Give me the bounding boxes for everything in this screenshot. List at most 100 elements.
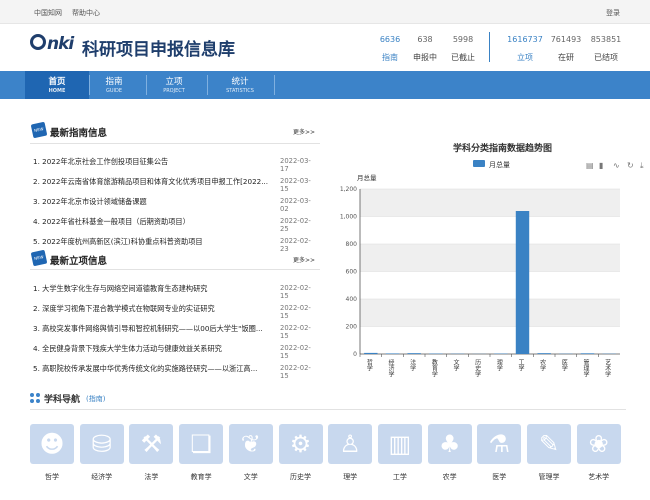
wheat-icon: ❦ xyxy=(228,424,273,464)
nav-guide[interactable]: 指南 GUIDE xyxy=(82,71,146,99)
stat-value: 638 xyxy=(417,35,433,44)
subject-label: 法学 xyxy=(144,473,159,481)
news-icon: NEW xyxy=(30,121,48,139)
nav-label: 统计 xyxy=(231,77,249,87)
book-icon: ❏ xyxy=(179,424,224,464)
project-list-item[interactable]: 4. 全民健身背景下残疾大学生体力活动与健康效益关系研究 2022-02-15 xyxy=(33,344,318,360)
y-tick-label: 400 xyxy=(346,296,358,303)
project-list-item[interactable]: 2. 深度学习视角下混合教学模式在物联网专业的实证研究 2022-02-15 xyxy=(33,304,318,320)
x-tick-label: 农学 xyxy=(539,358,546,371)
project-item-title: 4. 全民健身背景下残疾大学生体力活动与健康效益关系研究 xyxy=(33,344,222,353)
subject-item[interactable]: ♣ 农学 xyxy=(427,424,472,486)
nav-sublabel: GUIDE xyxy=(105,88,123,94)
guide-item-date: 2022-03-17 xyxy=(280,157,311,173)
y-axis-label: 月总量 xyxy=(357,173,377,182)
bar-农学 xyxy=(537,353,551,354)
nav-sublabel: STATISTICS xyxy=(226,88,254,94)
guide-list-item[interactable]: 5. 2022年度杭州高新区(滨江)科协重点科普资助项目 2022-02-23 xyxy=(33,237,318,253)
subject-label: 教育学 xyxy=(190,473,212,481)
stat-concluded[interactable]: 853851 已结项 xyxy=(586,35,626,63)
nav-home[interactable]: 首页 HOME xyxy=(25,71,89,99)
project-more-link[interactable]: 更多>> xyxy=(293,255,315,264)
project-item-date: 2022-02-15 xyxy=(280,364,311,380)
x-tick-label: 医学 xyxy=(560,359,567,371)
palette-icon: ❀ xyxy=(576,424,621,464)
site-logo[interactable]: nki 科研项目申报信息库 xyxy=(30,34,235,60)
subject-item[interactable]: ✎ 管理学 xyxy=(527,424,571,486)
project-item-title: 1. 大学生数字化生存与网络空间道德教育生态建构研究 xyxy=(33,284,208,293)
trend-chart: 月总量月总量02004006008001,0001,200哲学 经济学 法学 教育学文… xyxy=(340,160,620,377)
subject-item[interactable]: ☻ 哲学 xyxy=(30,424,74,486)
subject-item[interactable]: ❀ 艺术学 xyxy=(576,424,621,486)
stat-applying[interactable]: 638 申报中 xyxy=(405,35,445,63)
nav-sublabel: PROJECT xyxy=(163,88,185,94)
guide-list-item[interactable]: 3. 2022年北京市设计领域储备课题 2022-03-02 xyxy=(33,197,318,213)
stat-label: 已截止 xyxy=(451,53,475,62)
bar-管理学 xyxy=(580,353,595,354)
project-item-title: 3. 高校突发事件网络舆情引导和智控机制研究——以00后大学生"饭圈... xyxy=(33,324,263,333)
flask-icon: ⚗ xyxy=(477,424,522,464)
login-link[interactable]: 登录 xyxy=(606,8,620,18)
subject-label: 农学 xyxy=(442,473,457,481)
legend-swatch xyxy=(473,160,485,167)
grid-band xyxy=(360,189,620,217)
subject-label: 管理学 xyxy=(538,473,560,481)
subject-item[interactable]: ❏ 教育学 xyxy=(179,424,224,486)
subject-label: 经济学 xyxy=(91,473,113,481)
guide-section-title: 最新指南信息 xyxy=(50,128,108,139)
stat-label: 指南 xyxy=(382,53,398,62)
stat-project[interactable]: 1616737 立项 xyxy=(504,35,546,63)
y-tick-label: 1,000 xyxy=(340,214,357,221)
restore-icon[interactable]: ↻ xyxy=(627,161,634,170)
project-list-item[interactable]: 1. 大学生数字化生存与网络空间道德教育生态建构研究 2022-02-15 xyxy=(33,284,318,300)
person-icon: ♙ xyxy=(328,424,373,464)
subject-item[interactable]: ▥ 工学 xyxy=(377,424,422,486)
bar-法学 xyxy=(407,353,421,354)
subject-label: 哲学 xyxy=(45,473,59,481)
project-list-item[interactable]: 3. 高校突发事件网络舆情引导和智控机制研究——以00后大学生"饭圈... 20… xyxy=(33,324,318,340)
grid-band xyxy=(360,299,620,327)
nav-statistics[interactable]: 统计 STATISTICS xyxy=(208,71,272,99)
guide-item-title: 2. 2022年云南省体育旅游精品项目和体育文化优秀项目申报工作[2022... xyxy=(33,177,269,186)
nav-label: 立项 xyxy=(165,77,183,87)
guide-list-item[interactable]: 1. 2022年北京社会工作创投项目征集公告 2022-03-17 xyxy=(33,157,318,173)
project-item-date: 2022-02-15 xyxy=(280,304,311,320)
stat-guide[interactable]: 6636 指南 xyxy=(370,35,410,63)
subject-label: 文学 xyxy=(243,473,258,481)
bar-哲学 xyxy=(364,352,378,354)
guide-item-title: 1. 2022年北京社会工作创投项目征集公告 xyxy=(33,157,169,166)
project-list-item[interactable]: 5. 高职院校传承发展中华优秀传统文化的实施路径研究——以浙江高... 2022… xyxy=(33,364,318,380)
gavel-icon: ⚒ xyxy=(129,424,174,464)
legend-label: 月总量 xyxy=(489,160,510,169)
project-item-date: 2022-02-15 xyxy=(280,284,311,300)
guide-list-item[interactable]: 4. 2022年省社科基金一般项目（后期资助项目） 2022-02-25 xyxy=(33,217,318,233)
y-tick-label: 0 xyxy=(353,351,357,358)
download-icon[interactable]: ⤓ xyxy=(640,161,644,171)
nav-project[interactable]: 立项 PROJECT xyxy=(142,71,206,99)
subject-item[interactable]: ⛁ 经济学 xyxy=(79,424,124,486)
stat-label: 在研 xyxy=(558,53,574,62)
subject-item[interactable]: ❦ 文学 xyxy=(228,424,273,486)
stat-value: 761493 xyxy=(550,35,582,44)
subject-item[interactable]: ♙ 理学 xyxy=(328,424,373,486)
pen-icon: ✎ xyxy=(527,424,571,464)
subject-item[interactable]: ⚒ 法学 xyxy=(129,424,174,486)
stat-closed[interactable]: 5998 已截止 xyxy=(443,35,483,63)
stat-label: 申报中 xyxy=(413,53,437,62)
subject-item[interactable]: ⚙ 历史学 xyxy=(278,424,323,486)
guide-list-item[interactable]: 2. 2022年云南省体育旅游精品项目和体育文化优秀项目申报工作[2022...… xyxy=(33,177,318,193)
project-item-date: 2022-02-15 xyxy=(280,324,311,340)
project-item-title: 5. 高职院校传承发展中华优秀传统文化的实施路径研究——以浙江高... xyxy=(33,364,258,373)
nav-label: 首页 xyxy=(48,77,66,87)
guide-more-link[interactable]: 更多>> xyxy=(293,127,315,136)
divider xyxy=(30,269,320,270)
help-link[interactable]: 帮助中心 xyxy=(72,8,100,18)
guide-item-date: 2022-02-23 xyxy=(280,237,311,253)
stat-ongoing[interactable]: 761493 在研 xyxy=(546,35,586,63)
x-tick-label: 理学 xyxy=(495,359,502,371)
cnki-link[interactable]: 中国知网 xyxy=(34,8,62,18)
factory-icon: ▥ xyxy=(377,424,422,464)
nav-label: 指南 xyxy=(105,77,123,87)
grid-band xyxy=(360,244,620,272)
subject-item[interactable]: ⚗ 医学 xyxy=(477,424,522,486)
